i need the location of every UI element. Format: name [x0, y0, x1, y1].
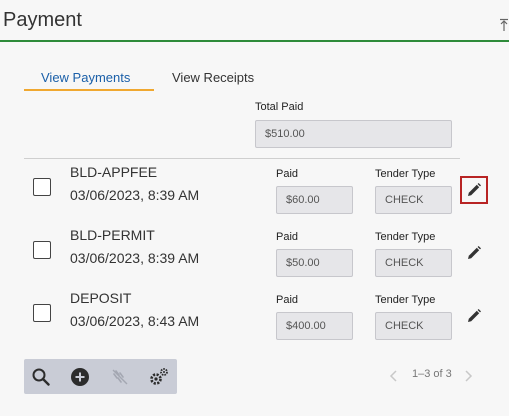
pencil-icon — [468, 183, 481, 196]
previous-page-icon[interactable] — [388, 368, 400, 384]
tab-view-receipts[interactable]: View Receipts — [172, 70, 254, 85]
edit-button[interactable] — [460, 239, 488, 267]
bottom-toolbar — [24, 359, 177, 394]
paid-field: $60.00 — [276, 186, 353, 214]
payment-datetime: 03/06/2023, 8:39 AM — [70, 187, 200, 203]
payment-datetime: 03/06/2023, 8:43 AM — [70, 313, 200, 329]
edit-button[interactable] — [460, 176, 488, 204]
divider — [24, 158, 460, 159]
paid-field: $400.00 — [276, 312, 353, 340]
fee-code: DEPOSIT — [70, 290, 132, 306]
edit-button[interactable] — [460, 302, 488, 330]
collapse-up-icon[interactable] — [499, 18, 509, 32]
payment-datetime: 03/06/2023, 8:39 AM — [70, 250, 200, 266]
add-circle-icon — [71, 368, 89, 386]
row-checkbox[interactable] — [33, 241, 51, 259]
settings-gears-icon — [150, 368, 168, 385]
tender-type-label: Tender Type — [375, 294, 436, 306]
fee-code: BLD-APPFEE — [70, 164, 158, 180]
fee-code: BLD-PERMIT — [70, 227, 155, 243]
paid-label: Paid — [276, 294, 299, 306]
row-checkbox[interactable] — [33, 178, 51, 196]
total-paid-label: Total Paid — [255, 101, 304, 113]
unlink-button[interactable] — [109, 366, 131, 388]
page-title: Payment — [3, 9, 82, 31]
paid-label: Paid — [276, 168, 299, 180]
pencil-icon — [468, 246, 481, 259]
pencil-icon — [468, 309, 481, 322]
tender-type-label: Tender Type — [375, 168, 436, 180]
remove-link-icon — [112, 369, 128, 385]
tender-type-label: Tender Type — [375, 231, 436, 243]
paid-label: Paid — [276, 231, 299, 243]
tender-type-field: CHECK — [375, 186, 452, 214]
tender-type-field: CHECK — [375, 249, 452, 277]
pagination-range: 1–3 of 3 — [412, 368, 452, 380]
settings-button[interactable] — [148, 366, 170, 388]
row-checkbox[interactable] — [33, 304, 51, 322]
tender-type-field: CHECK — [375, 312, 452, 340]
add-button[interactable] — [69, 366, 91, 388]
total-paid-field: $510.00 — [255, 120, 452, 148]
paid-field: $50.00 — [276, 249, 353, 277]
panel-header: Payment — [0, 0, 509, 42]
next-page-icon[interactable] — [462, 368, 474, 384]
search-icon — [32, 368, 50, 386]
tab-view-payments[interactable]: View Payments — [41, 70, 130, 85]
search-button[interactable] — [30, 366, 52, 388]
active-tab-indicator — [24, 89, 154, 91]
